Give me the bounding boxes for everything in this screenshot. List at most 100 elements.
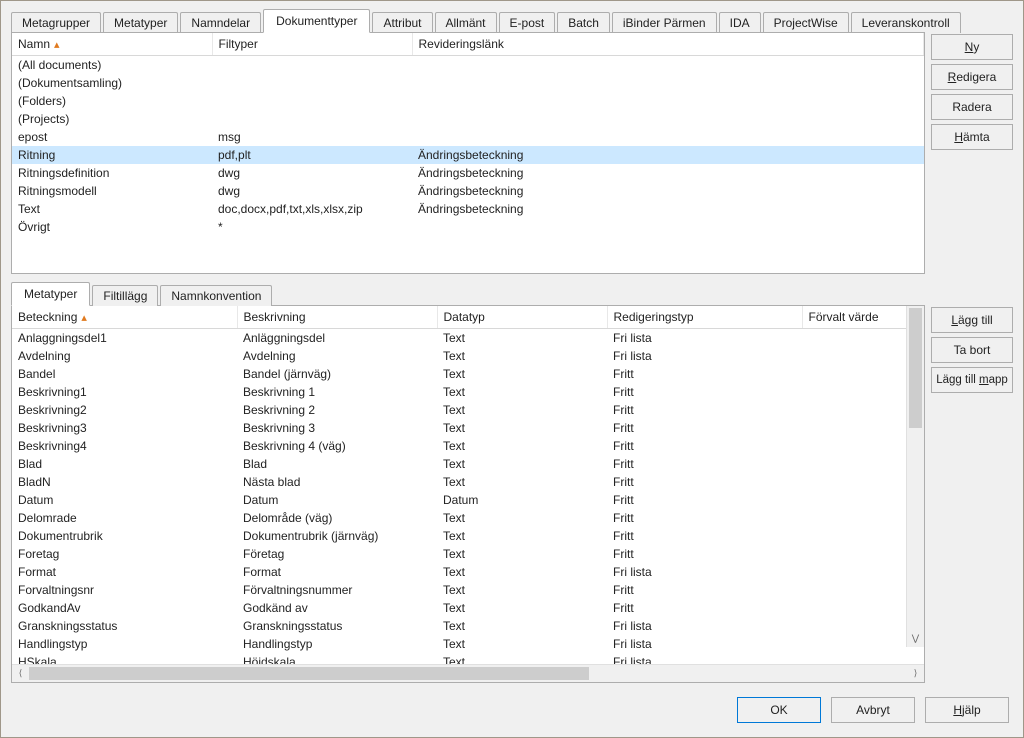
table-row[interactable]: RitningsdefinitiondwgÄndringsbeteckning — [12, 164, 924, 182]
table-row[interactable]: Beskrivning3Beskrivning 3TextFritt — [12, 419, 924, 437]
col-header-redigeringstyp[interactable]: Redigeringstyp — [607, 306, 802, 329]
table-row[interactable]: GodkandAvGodkänd avTextFritt — [12, 599, 924, 617]
scroll-right-icon[interactable]: ⟩ — [907, 665, 924, 682]
tab-ida[interactable]: IDA — [719, 12, 761, 33]
cell-rev — [412, 56, 924, 75]
cell-dt: Text — [437, 527, 607, 545]
cell-namn: Ritningsmodell — [12, 182, 212, 200]
radera-button[interactable]: Radera — [931, 94, 1013, 120]
cell-red: Fritt — [607, 365, 802, 383]
cell-besk: Beskrivning 3 — [237, 419, 437, 437]
col-header-rev[interactable]: Revideringslänk — [412, 33, 924, 56]
cell-namn: (Dokumentsamling) — [12, 74, 212, 92]
tab-projectwise[interactable]: ProjectWise — [763, 12, 849, 33]
cell-besk: Företag — [237, 545, 437, 563]
cell-bet: Foretag — [12, 545, 237, 563]
cell-besk: Beskrivning 2 — [237, 401, 437, 419]
table-row[interactable]: Ritningpdf,pltÄndringsbeteckning — [12, 146, 924, 164]
table-row[interactable]: RitningsmodelldwgÄndringsbeteckning — [12, 182, 924, 200]
table-row[interactable]: Beskrivning4Beskrivning 4 (väg)TextFritt — [12, 437, 924, 455]
hamta-button[interactable]: Hämta — [931, 124, 1013, 150]
cell-filtyper: pdf,plt — [212, 146, 412, 164]
cell-bet: Beskrivning3 — [12, 419, 237, 437]
subtab-filtill-gg[interactable]: Filtillägg — [92, 285, 158, 306]
cell-dt: Text — [437, 401, 607, 419]
cell-red: Fri lista — [607, 653, 802, 664]
table-row[interactable]: BandelBandel (järnväg)TextFritt — [12, 365, 924, 383]
table-row[interactable]: ForetagFöretagTextFritt — [12, 545, 924, 563]
subtab-metatyper[interactable]: Metatyper — [11, 282, 90, 306]
horizontal-scrollbar[interactable]: ⟨ ⟩ — [12, 664, 924, 682]
lagg-till-button[interactable]: Lägg till — [931, 307, 1013, 333]
tab-metagrupper[interactable]: Metagrupper — [11, 12, 101, 33]
cell-bet: Handlingstyp — [12, 635, 237, 653]
avbryt-button[interactable]: Avbryt — [831, 697, 915, 723]
tab-batch[interactable]: Batch — [557, 12, 610, 33]
vertical-scrollbar[interactable]: ⋁ — [906, 306, 924, 647]
cell-namn: Ritning — [12, 146, 212, 164]
table-row[interactable]: DelomradeDelområde (väg)TextFritt — [12, 509, 924, 527]
tab-ibinder-p-rmen[interactable]: iBinder Pärmen — [612, 12, 717, 33]
cell-red: Fri lista — [607, 617, 802, 635]
tab-e-post[interactable]: E-post — [499, 12, 556, 33]
cell-filtyper: doc,docx,pdf,txt,xls,xlsx,zip — [212, 200, 412, 218]
tab-attribut[interactable]: Attribut — [372, 12, 432, 33]
table-row[interactable]: AvdelningAvdelningTextFri lista — [12, 347, 924, 365]
table-row[interactable]: (Projects) — [12, 110, 924, 128]
table-row[interactable]: DokumentrubrikDokumentrubrik (järnväg)Te… — [12, 527, 924, 545]
col-header-namn[interactable]: Namn▴ — [12, 33, 212, 56]
tab-leveranskontroll[interactable]: Leveranskontroll — [851, 12, 961, 33]
sub-tabs: MetatyperFiltilläggNamnkonvention — [11, 284, 1013, 306]
table-row[interactable]: epostmsg — [12, 128, 924, 146]
subtab-namnkonvention[interactable]: Namnkonvention — [160, 285, 272, 306]
table-row[interactable]: HSkalaHöjdskalaTextFri lista — [12, 653, 924, 664]
table-row[interactable]: BladBladTextFritt — [12, 455, 924, 473]
table-row[interactable]: Övrigt* — [12, 218, 924, 236]
cell-red: Fritt — [607, 419, 802, 437]
scrollbar-thumb[interactable] — [909, 308, 922, 428]
cell-dt: Text — [437, 617, 607, 635]
scrollbar-thumb[interactable] — [29, 667, 589, 680]
col-header-datatyp[interactable]: Datatyp — [437, 306, 607, 329]
cell-namn: Ritningsdefinition — [12, 164, 212, 182]
scroll-down-icon[interactable]: ⋁ — [907, 630, 924, 647]
table-row[interactable]: HandlingstypHandlingstypTextFri lista — [12, 635, 924, 653]
table-row[interactable]: DatumDatumDatumFritt — [12, 491, 924, 509]
table-row[interactable]: GranskningsstatusGranskningsstatusTextFr… — [12, 617, 924, 635]
hjalp-button[interactable]: Hjälp — [925, 697, 1009, 723]
grid-body: Beteckning▴ Beskrivning Datatyp Redigeri… — [12, 306, 924, 664]
cell-red: Fritt — [607, 491, 802, 509]
col-header-filtyper[interactable]: Filtyper — [212, 33, 412, 56]
table-row[interactable]: Beskrivning1Beskrivning 1TextFritt — [12, 383, 924, 401]
cell-rev — [412, 74, 924, 92]
tab-namndelar[interactable]: Namndelar — [180, 12, 261, 33]
col-header-beteckning[interactable]: Beteckning▴ — [12, 306, 237, 329]
cell-dt: Text — [437, 419, 607, 437]
ta-bort-button[interactable]: Ta bort — [931, 337, 1013, 363]
ok-button[interactable]: OK — [737, 697, 821, 723]
table-row[interactable]: FormatFormatTextFri lista — [12, 563, 924, 581]
scroll-left-icon[interactable]: ⟨ — [12, 665, 29, 682]
table-row[interactable]: Textdoc,docx,pdf,txt,xls,xlsx,zipÄndring… — [12, 200, 924, 218]
tab-metatyper[interactable]: Metatyper — [103, 12, 178, 33]
table-row[interactable]: (Dokumentsamling) — [12, 74, 924, 92]
cell-dt: Text — [437, 599, 607, 617]
tab-dokumenttyper[interactable]: Dokumenttyper — [263, 9, 370, 33]
cell-dt: Text — [437, 635, 607, 653]
lagg-till-mapp-button[interactable]: Lägg till mapp — [931, 367, 1013, 393]
table-row[interactable]: BladNNästa bladTextFritt — [12, 473, 924, 491]
bottom-table: Beteckning▴ Beskrivning Datatyp Redigeri… — [12, 306, 924, 664]
table-row[interactable]: Beskrivning2Beskrivning 2TextFritt — [12, 401, 924, 419]
cell-filtyper: * — [212, 218, 412, 236]
tab-allm-nt[interactable]: Allmänt — [435, 12, 497, 33]
cell-bet: Blad — [12, 455, 237, 473]
table-row[interactable]: (Folders) — [12, 92, 924, 110]
ny-button[interactable]: Ny — [931, 34, 1013, 60]
table-row[interactable]: (All documents) — [12, 56, 924, 75]
redigera-button[interactable]: Redigera — [931, 64, 1013, 90]
table-row[interactable]: Anlaggningsdel1AnläggningsdelTextFri lis… — [12, 329, 924, 348]
cell-bet: Beskrivning2 — [12, 401, 237, 419]
col-header-beskrivning[interactable]: Beskrivning — [237, 306, 437, 329]
cell-namn: Övrigt — [12, 218, 212, 236]
table-row[interactable]: ForvaltningsnrFörvaltningsnummerTextFrit… — [12, 581, 924, 599]
